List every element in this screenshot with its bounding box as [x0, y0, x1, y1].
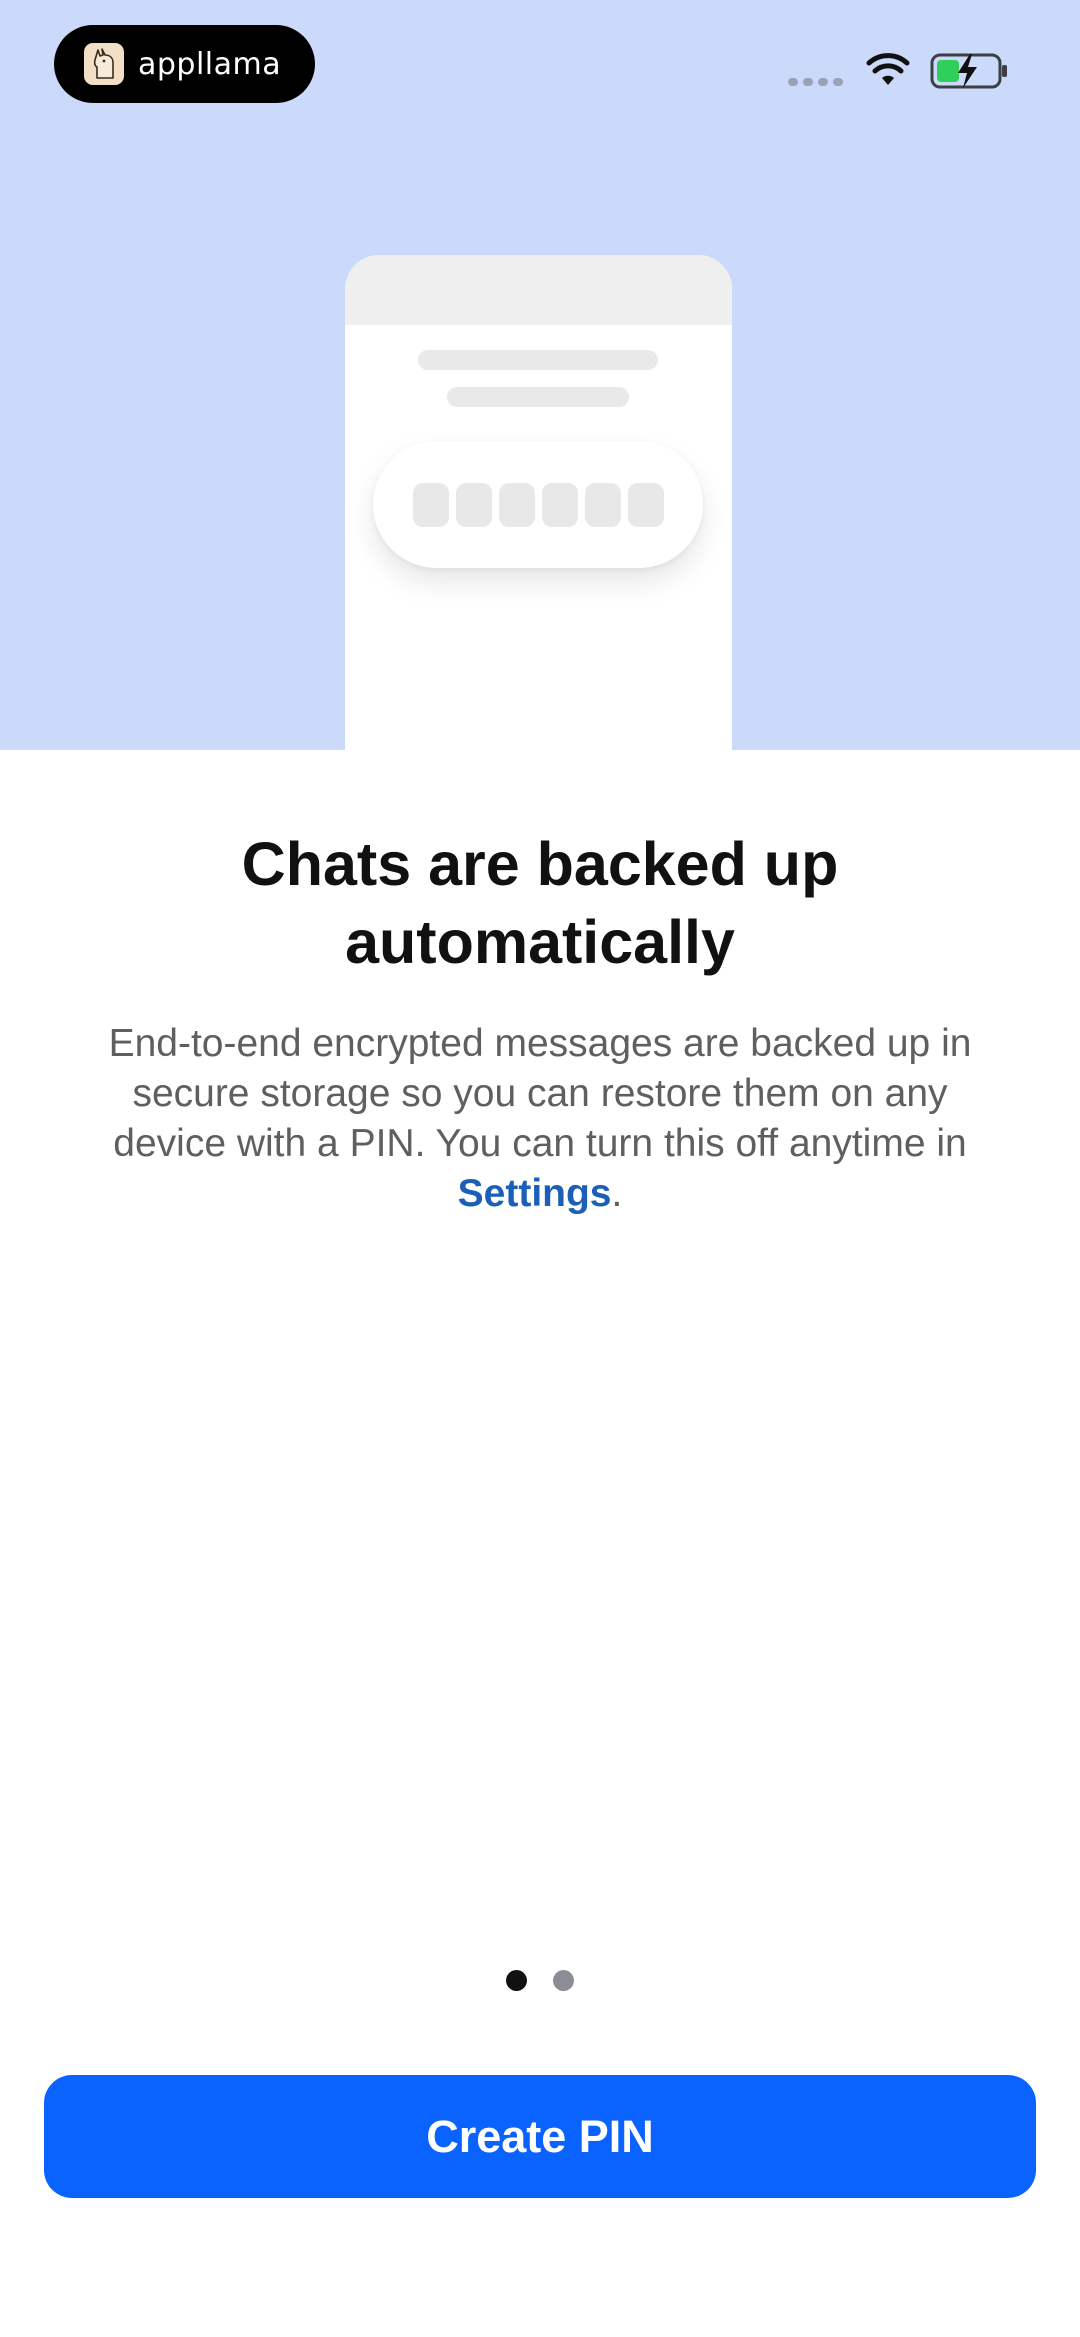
pin-placeholder — [541, 482, 578, 527]
mockup-header — [345, 255, 732, 325]
pin-entry-illustration — [373, 441, 703, 568]
page-dot-active[interactable] — [506, 1970, 527, 1991]
llama-logo-icon — [84, 43, 124, 85]
pin-placeholder — [412, 482, 449, 527]
phone-mockup-illustration — [345, 255, 732, 750]
create-pin-button[interactable]: Create PIN — [44, 2075, 1036, 2198]
app-name: appllama — [138, 46, 282, 82]
backup-onboarding-screen: appllama Chats are backed up automatical… — [0, 0, 1080, 2337]
content-section: Chats are backed up automatically End-to… — [0, 825, 1080, 1219]
description-text: End-to-end encrypted messages are backed… — [90, 1019, 990, 1219]
mockup-text-line — [418, 350, 658, 370]
battery-charging-icon — [930, 50, 1010, 97]
settings-link[interactable]: Settings — [458, 1172, 612, 1215]
cellular-signal-icon — [788, 78, 843, 86]
description-suffix: . — [611, 1172, 623, 1215]
pin-placeholder — [627, 482, 664, 527]
pin-placeholder — [584, 482, 621, 527]
page-indicator — [0, 1970, 1080, 1991]
pin-placeholder — [455, 482, 492, 527]
page-dot[interactable] — [553, 1970, 574, 1991]
status-bar: appllama — [0, 0, 1080, 130]
page-title: Chats are backed up automatically — [241, 830, 839, 976]
description-body: End-to-end encrypted messages are backed… — [108, 1022, 972, 1165]
wifi-icon — [865, 52, 911, 93]
app-badge: appllama — [54, 25, 315, 103]
pin-placeholder — [498, 482, 535, 527]
mockup-text-line — [447, 387, 629, 407]
